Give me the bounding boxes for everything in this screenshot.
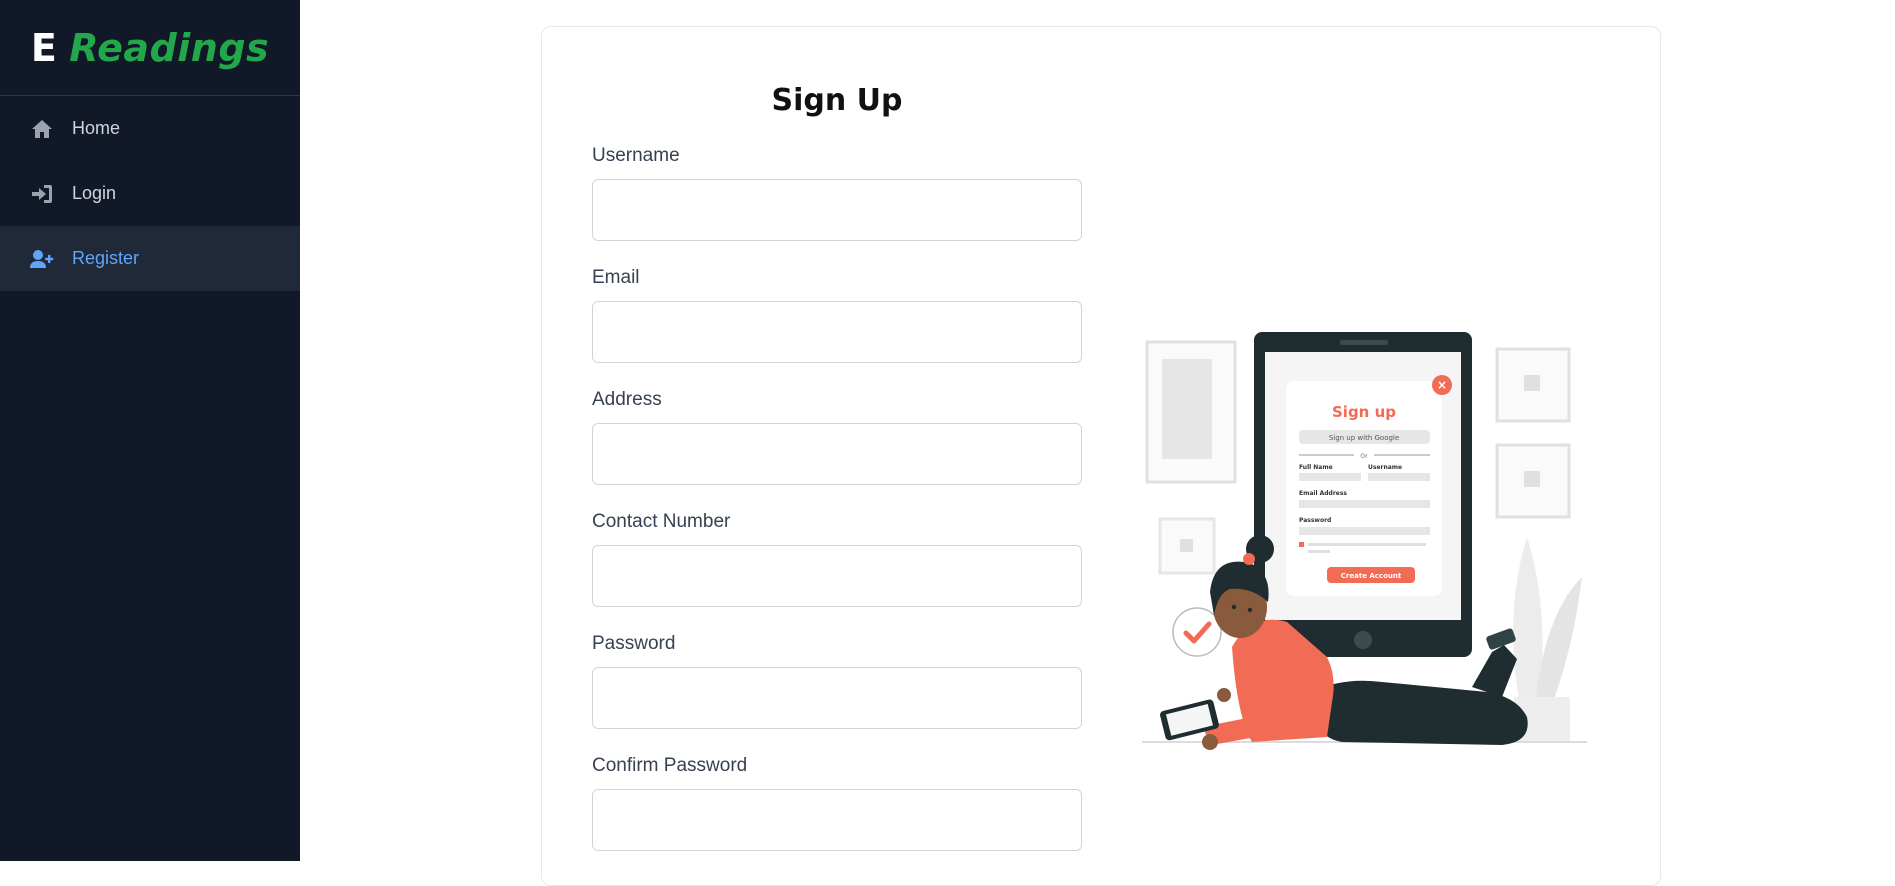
signup-illustration: × Sign up Sign up with Google Or Full Na… (1142, 297, 1592, 757)
illustration-label: Email Address (1299, 490, 1347, 497)
contact-number-label: Contact Number (592, 511, 731, 532)
page-title: Sign Up (771, 83, 903, 118)
confirm-password-label: Confirm Password (592, 755, 748, 776)
signup-card: Sign Up Username Email Address Contact N… (541, 26, 1661, 886)
illustration-divider: Or (1360, 453, 1368, 460)
email-label: Email (592, 267, 640, 288)
svg-text:×: × (1437, 378, 1447, 392)
password-input[interactable] (592, 667, 1082, 729)
illustration-title: Sign up (1332, 403, 1396, 421)
illustration-label: Password (1299, 517, 1331, 524)
email-input[interactable] (592, 301, 1082, 363)
illustration-submit: Create Account (1341, 572, 1402, 580)
illustration-google: Sign up with Google (1329, 434, 1399, 442)
login-icon (30, 182, 54, 206)
sidebar-item-login[interactable]: Login (0, 161, 300, 226)
main-content: Sign Up Username Email Address Contact N… (300, 0, 1895, 886)
address-input[interactable] (592, 423, 1082, 485)
password-label: Password (592, 633, 676, 654)
illustration-label: Username (1368, 464, 1402, 471)
illustration-label: Full Name (1299, 464, 1333, 471)
username-input[interactable] (592, 179, 1082, 241)
contact-number-input[interactable] (592, 545, 1082, 607)
sidebar-item-label: Login (72, 183, 117, 203)
brand-name: Readings (69, 25, 270, 70)
address-label: Address (592, 389, 662, 410)
brand-logo[interactable]: E Readings (0, 0, 300, 96)
sidebar: E Readings Home Login Register (0, 0, 300, 861)
sidebar-item-register[interactable]: Register (0, 226, 300, 291)
sidebar-item-label: Register (72, 248, 140, 268)
confirm-password-input[interactable] (592, 789, 1082, 851)
brand-prefix: E (30, 25, 58, 70)
user-plus-icon (30, 247, 54, 271)
sidebar-item-label: Home (72, 118, 121, 138)
sidebar-item-home[interactable]: Home (0, 96, 300, 161)
username-label: Username (592, 145, 680, 166)
home-icon (30, 117, 54, 141)
